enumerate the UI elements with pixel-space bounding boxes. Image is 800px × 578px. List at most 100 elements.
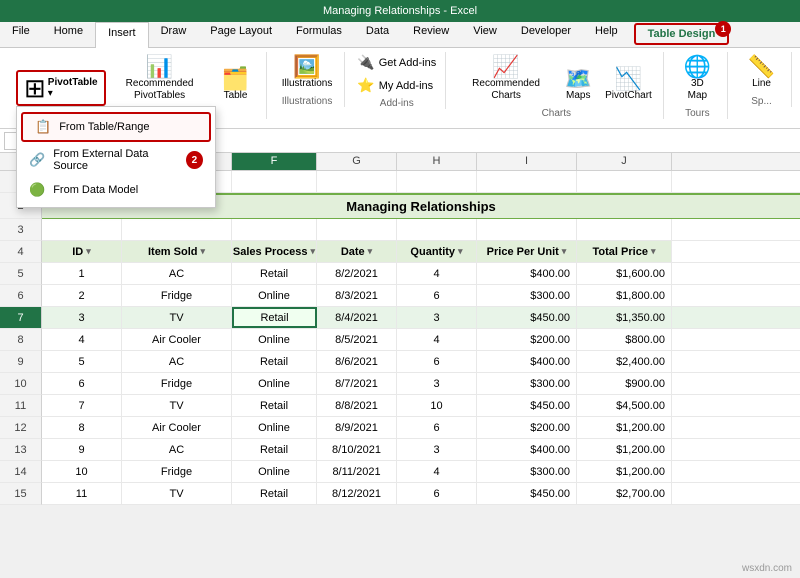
- row-header-10[interactable]: 10: [0, 373, 42, 395]
- cell-j10[interactable]: $900.00: [577, 373, 672, 394]
- cell-f12[interactable]: Online: [232, 417, 317, 438]
- cell-g6[interactable]: 8/3/2021: [317, 285, 397, 306]
- cell-g10[interactable]: 8/7/2021: [317, 373, 397, 394]
- tab-view[interactable]: View: [461, 21, 509, 47]
- col-header-j[interactable]: J: [577, 153, 672, 170]
- cell-e11[interactable]: TV: [122, 395, 232, 416]
- cell-j6[interactable]: $1,800.00: [577, 285, 672, 306]
- recommended-charts-button[interactable]: 📈 Recommended Charts: [458, 52, 554, 106]
- filter-item-icon[interactable]: ▾: [200, 246, 205, 257]
- cell-i6[interactable]: $300.00: [477, 285, 577, 306]
- filter-date-icon[interactable]: ▾: [368, 246, 373, 257]
- row-header-11[interactable]: 11: [0, 395, 42, 417]
- header-quantity[interactable]: Quantity ▾: [397, 241, 477, 262]
- cell-g12[interactable]: 8/9/2021: [317, 417, 397, 438]
- my-addins-button[interactable]: ⭐ My Add-ins: [351, 75, 439, 96]
- tab-help[interactable]: Help: [583, 21, 630, 47]
- maps-button[interactable]: 🗺️ Maps: [556, 64, 600, 106]
- cell-e8[interactable]: Air Cooler: [122, 329, 232, 350]
- cell-j12[interactable]: $1,200.00: [577, 417, 672, 438]
- col-header-g[interactable]: G: [317, 153, 397, 170]
- cell-j8[interactable]: $800.00: [577, 329, 672, 350]
- cell-j15[interactable]: $2,700.00: [577, 483, 672, 504]
- cell-j11[interactable]: $4,500.00: [577, 395, 672, 416]
- tab-page-layout[interactable]: Page Layout: [198, 21, 284, 47]
- tab-draw[interactable]: Draw: [149, 21, 199, 47]
- cell-d9[interactable]: 5: [42, 351, 122, 372]
- tab-file[interactable]: File: [0, 21, 42, 47]
- header-date[interactable]: Date ▾: [317, 241, 397, 262]
- col-header-f[interactable]: F: [232, 153, 317, 170]
- cell-i7[interactable]: $450.00: [477, 307, 577, 328]
- header-total-price[interactable]: Total Price ▾: [577, 241, 672, 262]
- cell-g8[interactable]: 8/5/2021: [317, 329, 397, 350]
- tab-data[interactable]: Data: [354, 21, 401, 47]
- cell-g7[interactable]: 8/4/2021: [317, 307, 397, 328]
- cell-e7[interactable]: TV: [122, 307, 232, 328]
- filter-price-icon[interactable]: ▾: [562, 246, 567, 257]
- row-header-5[interactable]: 5: [0, 263, 42, 285]
- row-header-7[interactable]: 7: [0, 307, 42, 329]
- cell-i15[interactable]: $450.00: [477, 483, 577, 504]
- cell-i8[interactable]: $200.00: [477, 329, 577, 350]
- cell-j13[interactable]: $1,200.00: [577, 439, 672, 460]
- filter-qty-icon[interactable]: ▾: [458, 246, 463, 257]
- from-data-model-item[interactable]: 🟢 From Data Model: [17, 177, 215, 203]
- col-header-i[interactable]: I: [477, 153, 577, 170]
- cell-f15[interactable]: Retail: [232, 483, 317, 504]
- cell-h8[interactable]: 4: [397, 329, 477, 350]
- row-header-14[interactable]: 14: [0, 461, 42, 483]
- cell-f11[interactable]: Retail: [232, 395, 317, 416]
- cell-d6[interactable]: 2: [42, 285, 122, 306]
- tab-formulas[interactable]: Formulas: [284, 21, 354, 47]
- cell-j3[interactable]: [577, 219, 672, 240]
- header-price-per-unit[interactable]: Price Per Unit ▾: [477, 241, 577, 262]
- get-addins-button[interactable]: 🔌 Get Add-ins: [351, 52, 442, 73]
- cell-h5[interactable]: 4: [397, 263, 477, 284]
- tab-developer[interactable]: Developer: [509, 21, 583, 47]
- row-header-13[interactable]: 13: [0, 439, 42, 461]
- cell-e12[interactable]: Air Cooler: [122, 417, 232, 438]
- cell-f14[interactable]: Online: [232, 461, 317, 482]
- cell-f1[interactable]: [232, 171, 317, 192]
- pivot-chart-button[interactable]: 📉 PivotChart: [602, 64, 654, 106]
- from-table-range-item[interactable]: 📋 From Table/Range: [21, 112, 211, 142]
- cell-g13[interactable]: 8/10/2021: [317, 439, 397, 460]
- cell-h7[interactable]: 3: [397, 307, 477, 328]
- cell-e13[interactable]: AC: [122, 439, 232, 460]
- header-id[interactable]: ID ▾: [42, 241, 122, 262]
- cell-h12[interactable]: 6: [397, 417, 477, 438]
- cell-h14[interactable]: 4: [397, 461, 477, 482]
- cell-i5[interactable]: $400.00: [477, 263, 577, 284]
- tab-insert[interactable]: Insert: [95, 22, 149, 48]
- tab-review[interactable]: Review: [401, 21, 461, 47]
- cell-f6[interactable]: Online: [232, 285, 317, 306]
- cell-h3[interactable]: [397, 219, 477, 240]
- cell-i12[interactable]: $200.00: [477, 417, 577, 438]
- cell-d5[interactable]: 1: [42, 263, 122, 284]
- cell-i9[interactable]: $400.00: [477, 351, 577, 372]
- cell-g5[interactable]: 8/2/2021: [317, 263, 397, 284]
- cell-i10[interactable]: $300.00: [477, 373, 577, 394]
- cell-d10[interactable]: 6: [42, 373, 122, 394]
- row-header-6[interactable]: 6: [0, 285, 42, 307]
- cell-g9[interactable]: 8/6/2021: [317, 351, 397, 372]
- cell-i1[interactable]: [477, 171, 577, 192]
- row-header-4[interactable]: 4: [0, 241, 42, 263]
- tab-home[interactable]: Home: [42, 21, 95, 47]
- cell-i14[interactable]: $300.00: [477, 461, 577, 482]
- cell-f10[interactable]: Online: [232, 373, 317, 394]
- illustrations-button[interactable]: 🖼️ Illustrations: [275, 52, 340, 94]
- cell-h1[interactable]: [397, 171, 477, 192]
- map-3d-button[interactable]: 🌐 3D Map: [675, 52, 719, 106]
- cell-h9[interactable]: 6: [397, 351, 477, 372]
- cell-d8[interactable]: 4: [42, 329, 122, 350]
- cell-i13[interactable]: $400.00: [477, 439, 577, 460]
- filter-sales-icon[interactable]: ▾: [311, 246, 316, 257]
- recommended-pivot-tables-button[interactable]: 📊 Recommended PivotTables: [108, 52, 212, 106]
- cell-f5[interactable]: Retail: [232, 263, 317, 284]
- line-button[interactable]: 📏 Line: [740, 52, 784, 94]
- header-sales-process[interactable]: Sales Process ▾: [232, 241, 317, 262]
- cell-h13[interactable]: 3: [397, 439, 477, 460]
- cell-e14[interactable]: Fridge: [122, 461, 232, 482]
